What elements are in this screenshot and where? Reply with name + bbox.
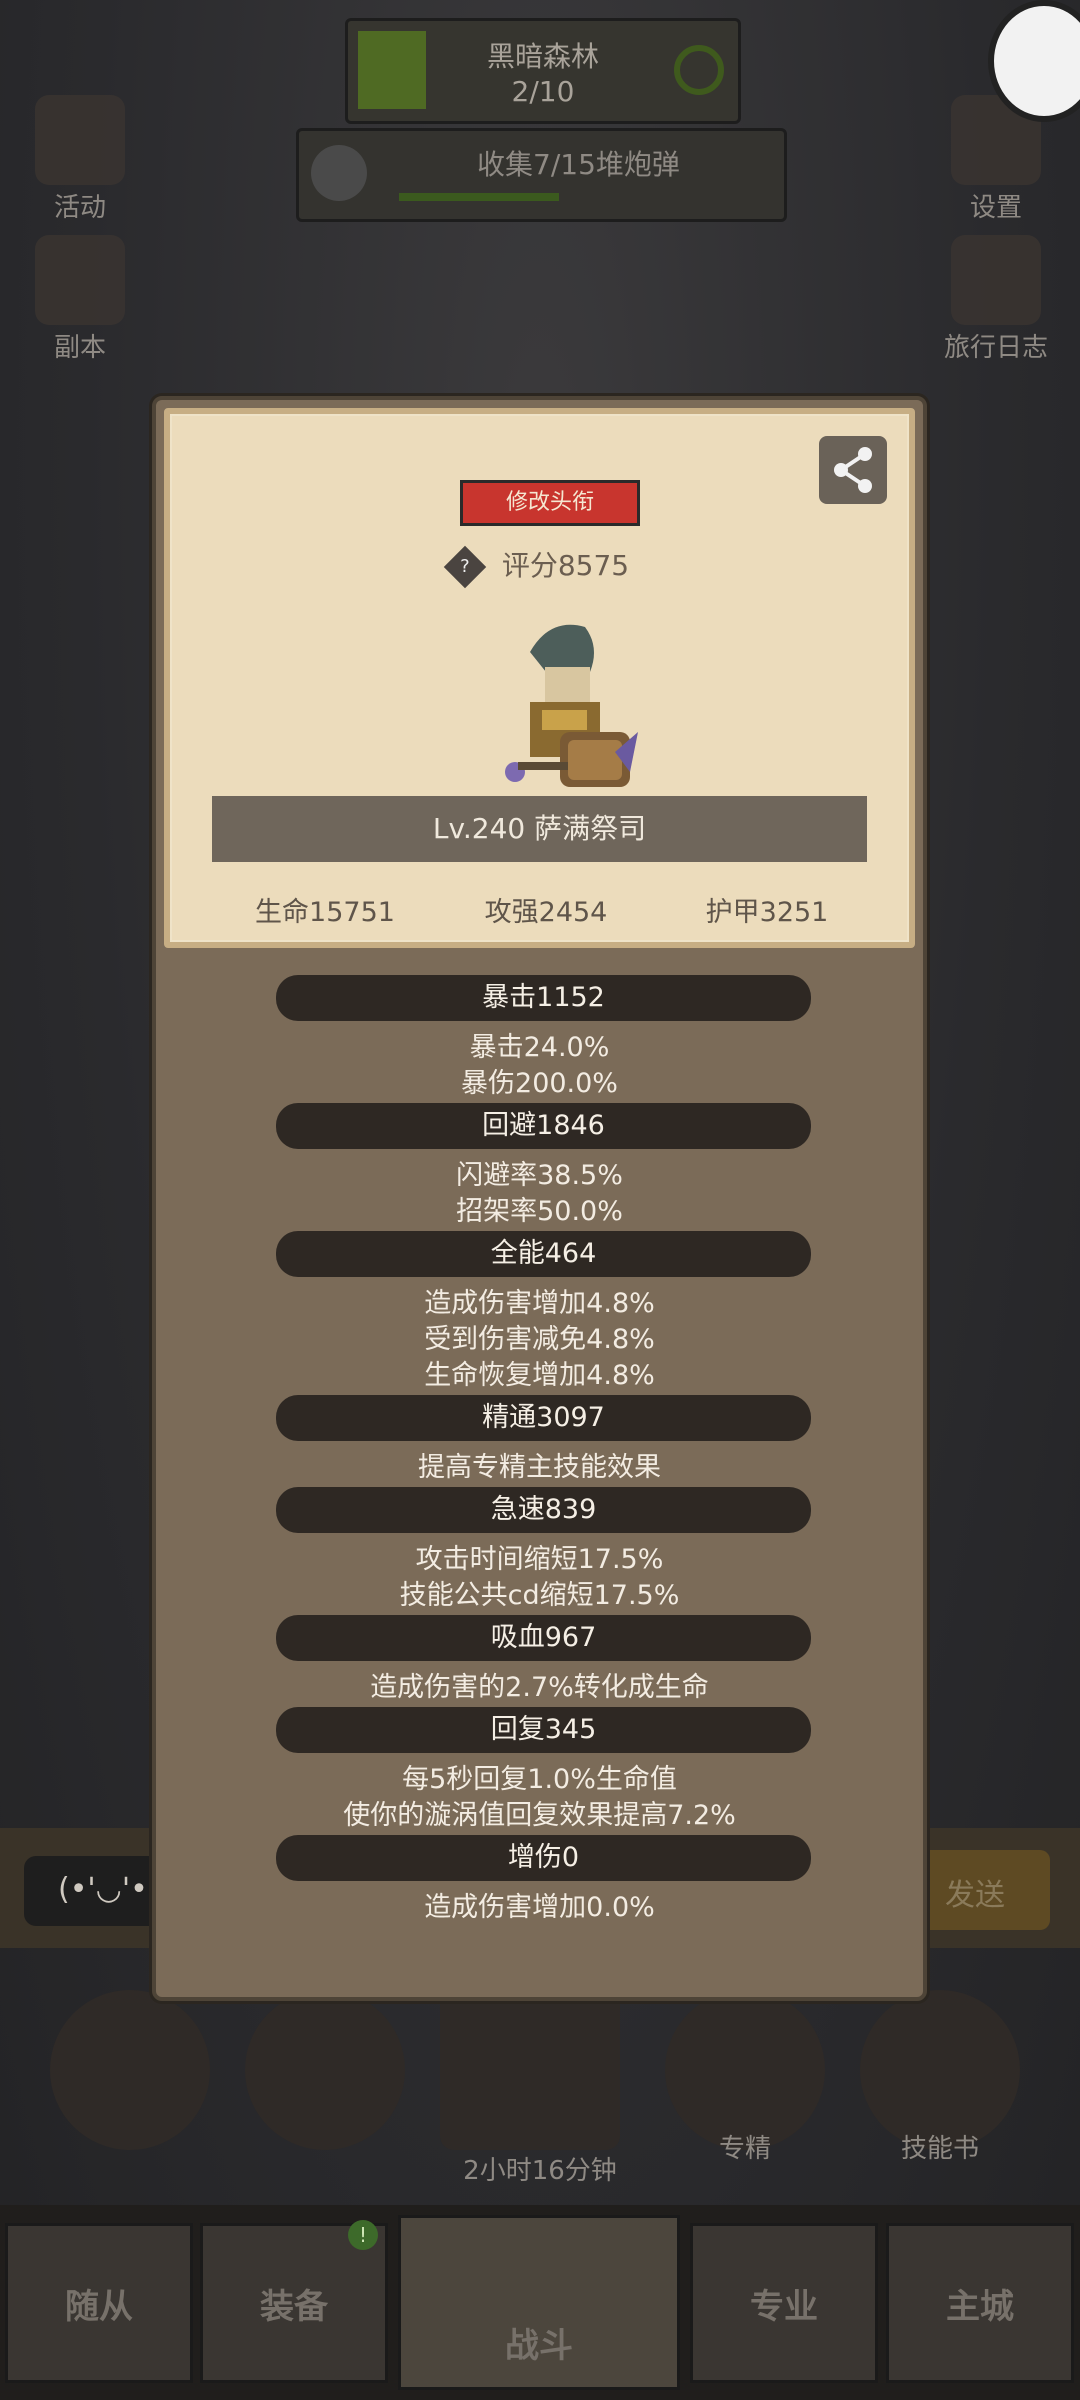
stat-line: 招架率50.0% bbox=[456, 1196, 623, 1227]
stat-line: 受到伤害减免4.8% bbox=[424, 1324, 655, 1355]
quest-text: 收集7/15堆炮弹 bbox=[477, 148, 680, 181]
bottom-nav: 随从 装备 ! 战斗 专业 主城 bbox=[0, 2205, 1080, 2400]
score-row: ? 评分8575 bbox=[170, 544, 909, 589]
stat-line: 技能公共cd缩短17.5% bbox=[399, 1580, 680, 1611]
dungeon-button[interactable]: 副本 bbox=[20, 235, 140, 364]
stat-line: 造成伤害增加4.8% bbox=[424, 1288, 655, 1319]
stat-line: 生命恢复增加4.8% bbox=[424, 1360, 655, 1391]
stat-attack-power: 攻强2454 bbox=[484, 897, 608, 928]
emoji-text: (•'◡'• bbox=[58, 1872, 148, 1907]
dungeon-label: 副本 bbox=[53, 333, 106, 363]
stat-line: 暴击24.0% bbox=[469, 1032, 610, 1063]
potion-icon[interactable] bbox=[50, 1990, 210, 2150]
stat-header-lifesteal: 吸血967 bbox=[276, 1615, 811, 1661]
stat-line: 造成伤害的2.7%转化成生命 bbox=[370, 1672, 709, 1703]
activity-label: 活动 bbox=[53, 193, 106, 223]
chest-timer: 2小时16分钟 bbox=[463, 2156, 617, 2186]
stat-header-regen: 回复345 bbox=[276, 1707, 811, 1753]
stat-line: 闪避率38.5% bbox=[456, 1160, 623, 1191]
hero-portrait bbox=[505, 624, 638, 787]
treasure-chest-icon[interactable] bbox=[440, 1990, 620, 2150]
share-button[interactable] bbox=[819, 436, 887, 504]
stat-header-crit: 暴击1152 bbox=[276, 975, 811, 1021]
journal-label: 旅行日志 bbox=[943, 333, 1048, 363]
stat-line: 暴伤200.0% bbox=[461, 1068, 618, 1099]
quest-tracker[interactable]: 收集7/15堆炮弹 bbox=[296, 128, 787, 222]
refresh-icon[interactable] bbox=[674, 45, 724, 95]
tab-profession[interactable]: 专业 bbox=[690, 2223, 878, 2383]
scroll-icon bbox=[35, 95, 125, 185]
skillbook-icon[interactable] bbox=[860, 1990, 1020, 2150]
stat-line: 提高专精主技能效果 bbox=[418, 1452, 661, 1483]
journal-icon bbox=[951, 235, 1041, 325]
character-stats-panel: 修改头衔 ? 评分8575 Lv.240 萨满祭司 生命15751 攻强2454 … bbox=[152, 396, 927, 2001]
stat-health: 生命15751 bbox=[255, 897, 395, 928]
bread-icon[interactable] bbox=[245, 1990, 405, 2150]
tab-main-city[interactable]: 主城 bbox=[886, 2223, 1074, 2383]
share-icon bbox=[834, 447, 872, 493]
portal-icon bbox=[35, 235, 125, 325]
tab-battle[interactable]: 战斗 bbox=[398, 2215, 680, 2390]
skillbook-label: 技能书 bbox=[900, 2134, 979, 2164]
stat-line: 每5秒回复1.0%生命值 bbox=[402, 1764, 677, 1795]
stat-armor: 护甲3251 bbox=[705, 897, 829, 928]
stage-indicator[interactable]: 黑暗森林 2/10 bbox=[345, 18, 741, 124]
tab-followers[interactable]: 随从 bbox=[5, 2223, 193, 2383]
stat-header-damage-increase: 增伤0 bbox=[276, 1835, 811, 1881]
hero-name: Lv.240 萨满祭司 bbox=[212, 796, 867, 862]
stat-line: 造成伤害增加0.0% bbox=[424, 1892, 655, 1923]
settings-label: 设置 bbox=[969, 193, 1022, 223]
score-text: 评分8575 bbox=[501, 549, 630, 582]
stat-header-versatility: 全能464 bbox=[276, 1231, 811, 1277]
quest-progress-bar bbox=[399, 193, 559, 201]
stat-line: 攻击时间缩短17.5% bbox=[415, 1544, 664, 1575]
edit-title-button[interactable]: 修改头衔 bbox=[460, 480, 640, 526]
specialty-label: 专精 bbox=[718, 2134, 771, 2164]
help-icon[interactable]: ? bbox=[443, 545, 487, 589]
stat-line: 使你的漩涡值回复效果提高7.2% bbox=[343, 1800, 736, 1831]
journal-button[interactable]: 旅行日志 bbox=[936, 235, 1056, 364]
base-stats: 生命15751 攻强2454 护甲3251 bbox=[170, 890, 909, 930]
character-card: 修改头衔 ? 评分8575 Lv.240 萨满祭司 生命15751 攻强2454 … bbox=[164, 408, 915, 948]
activity-button[interactable]: 活动 bbox=[20, 95, 140, 224]
exclamation-icon bbox=[311, 145, 367, 201]
specialty-icon[interactable] bbox=[665, 1990, 825, 2150]
stat-header-mastery: 精通3097 bbox=[276, 1395, 811, 1441]
equipment-badge: ! bbox=[348, 2220, 378, 2250]
stat-header-haste: 急速839 bbox=[276, 1487, 811, 1533]
stat-header-avoidance: 回避1846 bbox=[276, 1103, 811, 1149]
